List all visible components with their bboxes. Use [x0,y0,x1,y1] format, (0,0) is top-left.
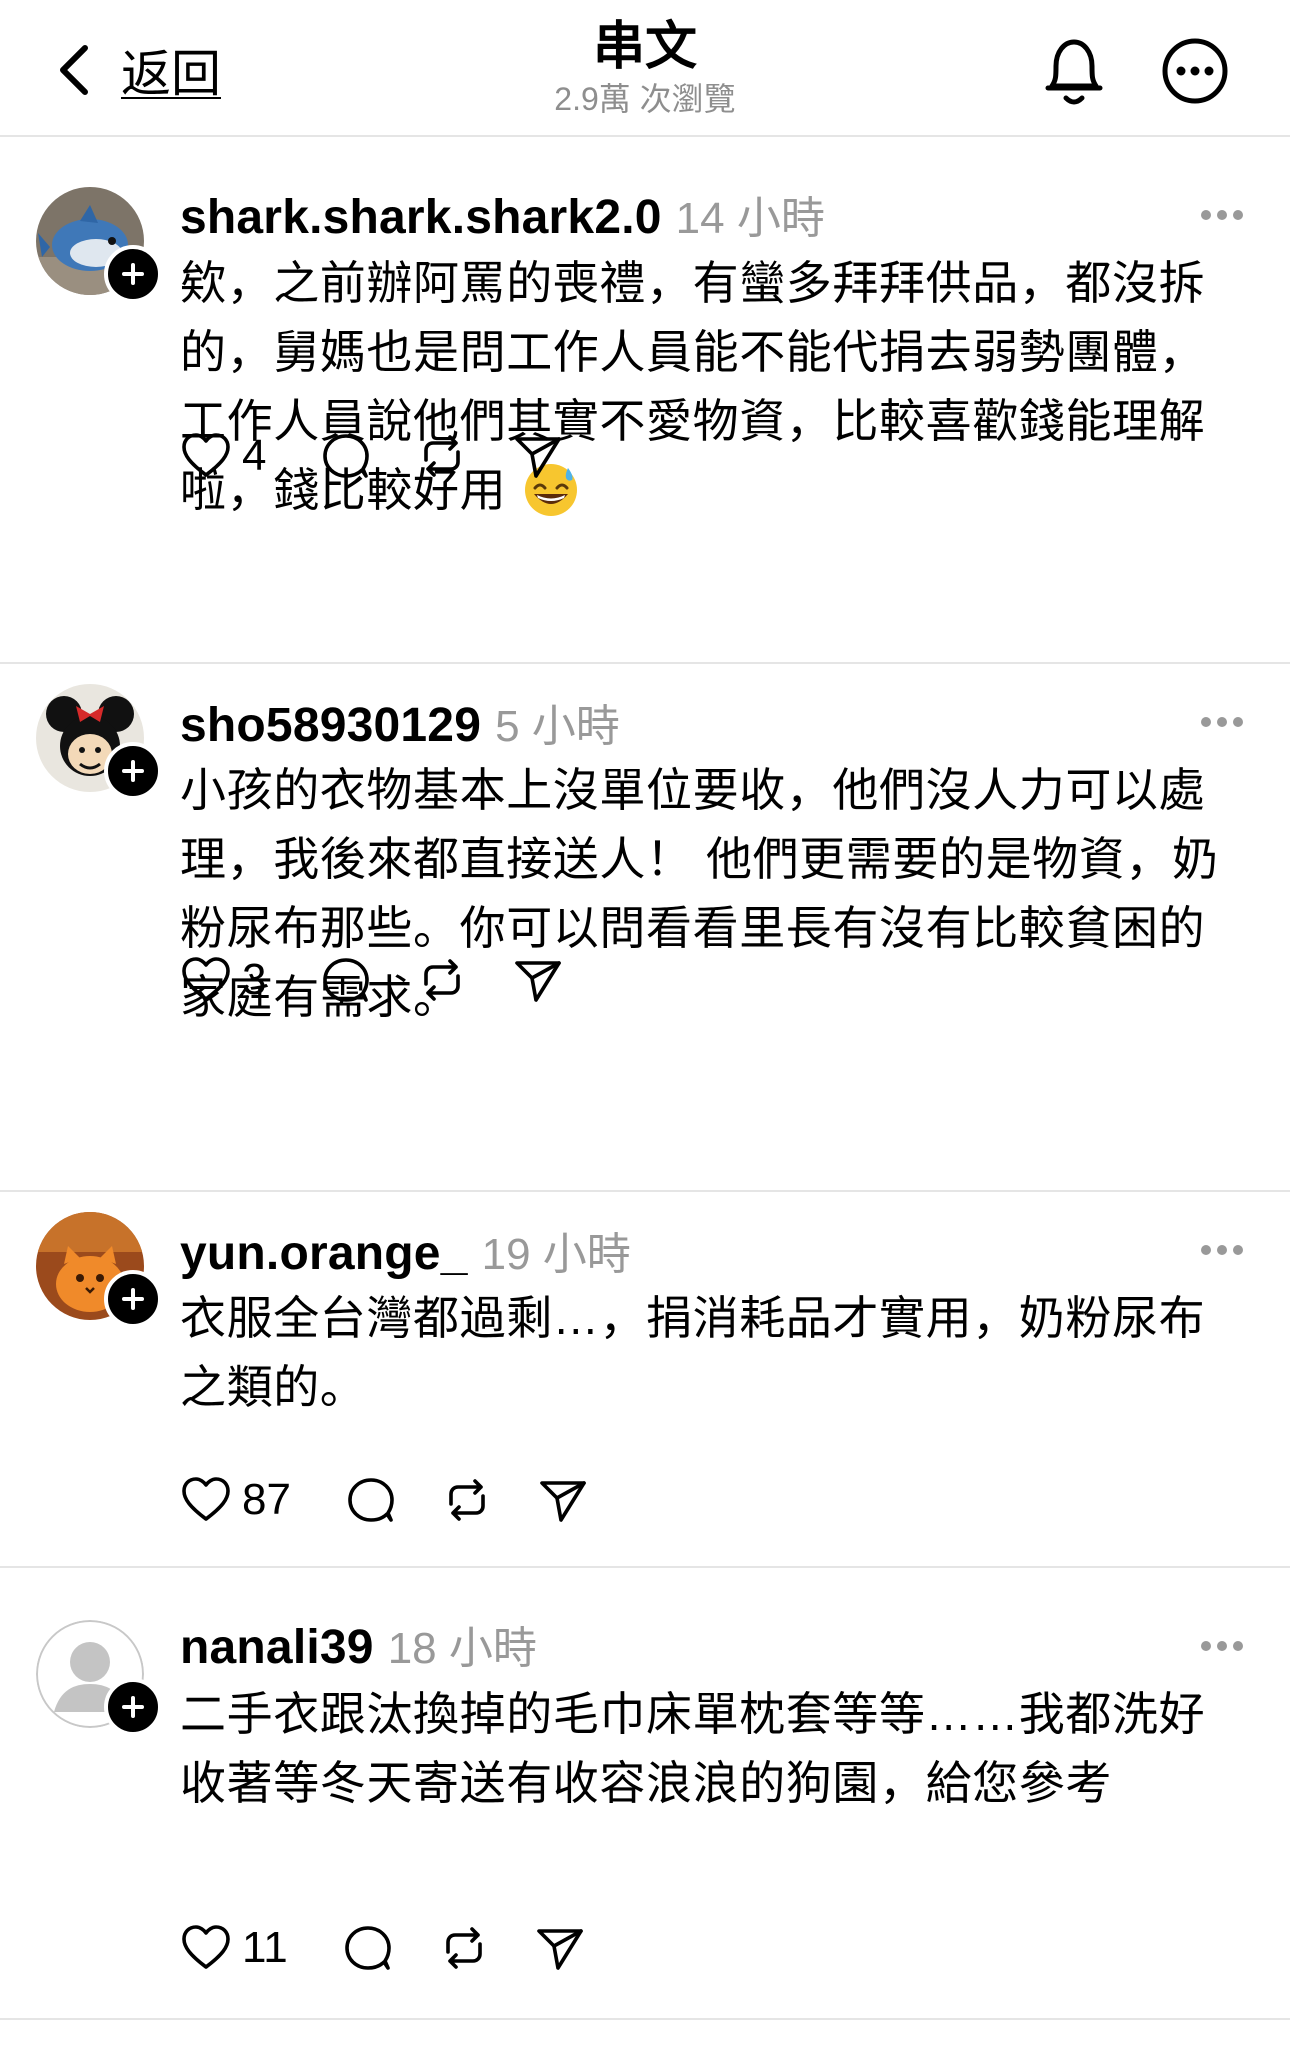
like-button[interactable]: 11 [180,1922,288,1974]
repost-icon [449,1479,485,1521]
comment-icon [323,434,370,478]
follow-button[interactable] [104,742,162,800]
post-header: yun.orange_ 19 小時 [180,1218,631,1281]
plus-icon [122,1696,144,1718]
reply-button[interactable] [345,1474,397,1526]
repost-icon [424,959,461,1001]
post-menu-icon[interactable] [1200,1640,1244,1652]
send-icon [515,961,562,1002]
reply-post: sho58930129 5 小時 小孩的衣物基本上沒單位要收，他們沒人力可以處理… [0,664,1290,1192]
repost-button[interactable] [416,954,468,1006]
reply-button[interactable] [320,430,372,482]
post-text: 衣服全台灣都過剩…，捐消耗品才實用，奶粉尿布之類的。 [180,1292,1206,1413]
like-count: 4 [242,431,267,480]
post-menu-icon[interactable] [1200,209,1244,221]
action-bar: 87 [180,1472,589,1528]
like-count: 87 [242,1475,291,1524]
timestamp: 18 小時 [387,1624,537,1673]
comment-icon [344,1926,391,1970]
plus-icon [122,263,144,285]
reply-button[interactable] [342,1922,394,1974]
heart-icon [182,1477,230,1521]
action-bar: 4 [180,428,564,484]
comment-icon [348,1478,394,1522]
post-header: sho58930129 5 小時 [180,690,620,753]
post-header: nanali39 18 小時 [180,1612,537,1675]
share-button[interactable] [512,430,564,482]
repost-icon [445,1927,482,1969]
timestamp: 14 小時 [675,194,825,243]
send-icon [540,1481,586,1522]
share-button[interactable] [534,1922,586,1974]
action-bar: 11 [180,1920,586,1976]
post-menu-icon[interactable] [1200,716,1244,728]
follow-button[interactable] [104,1678,162,1736]
username[interactable]: yun.orange_ [180,1226,468,1281]
bell-icon[interactable] [1038,32,1110,110]
like-count: 11 [242,1923,288,1972]
timestamp: 19 小時 [481,1230,631,1279]
heart-icon [182,957,230,1001]
reply-button[interactable] [320,954,372,1006]
reply-post: shark.shark.shark2.0 14 小時 欸，之前辦阿罵的喪禮，有蠻… [0,137,1290,664]
send-icon [515,437,562,478]
send-icon [536,1929,583,1970]
like-button[interactable]: 4 [180,430,266,482]
follow-button[interactable] [104,245,162,303]
heart-icon [182,1925,230,1969]
more-options-icon[interactable] [1160,36,1230,106]
heart-icon [182,433,230,477]
repost-icon [424,435,461,477]
share-button[interactable] [537,1474,589,1526]
timestamp: 5 小時 [495,702,620,751]
share-button[interactable] [512,954,564,1006]
like-count: 3 [242,955,267,1004]
action-bar: 3 [180,952,564,1008]
follow-button[interactable] [104,1270,162,1328]
plus-icon [122,1288,144,1310]
post-text: 二手衣跟汰換掉的毛巾床單枕套等等……我都洗好收著等冬天寄送有收容浪浪的狗園，給您… [180,1688,1206,1809]
post-menu-icon[interactable] [1200,1244,1244,1256]
plus-icon [122,760,144,782]
comment-icon [323,958,370,1002]
username[interactable]: nanali39 [180,1620,374,1675]
repost-button[interactable] [438,1922,490,1974]
repost-button[interactable] [441,1474,493,1526]
reply-post: nanali39 18 小時 二手衣跟汰換掉的毛巾床單枕套等等……我都洗好收著等… [0,1568,1290,2020]
like-button[interactable]: 87 [180,1474,291,1526]
like-button[interactable]: 3 [180,954,266,1006]
post-header: shark.shark.shark2.0 14 小時 [180,182,825,245]
repost-button[interactable] [416,430,468,482]
top-navigation-bar: 返回 串文 2.9萬 次瀏覽 [0,0,1290,137]
username[interactable]: sho58930129 [180,698,481,753]
username[interactable]: shark.shark.shark2.0 [180,190,662,245]
